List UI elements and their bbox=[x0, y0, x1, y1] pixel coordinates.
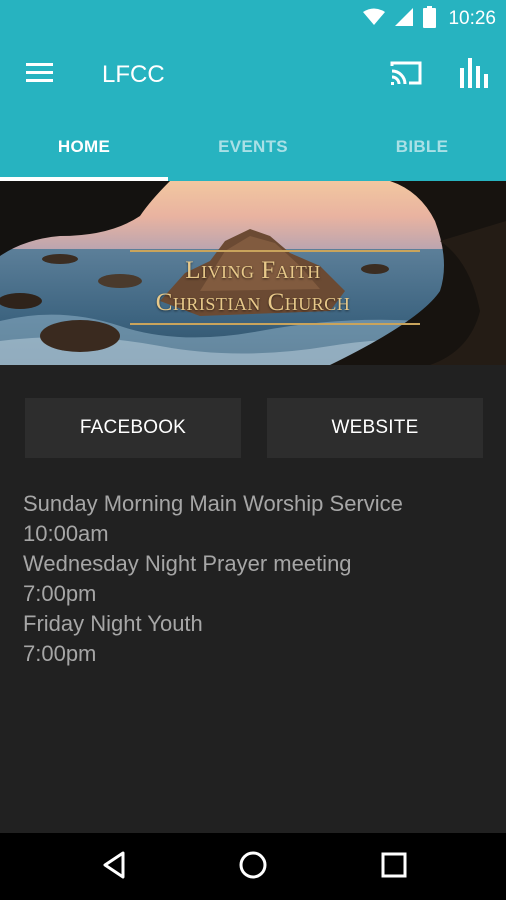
recents-button[interactable] bbox=[364, 841, 424, 893]
church-banner: Living Faith Christian Church bbox=[0, 181, 506, 365]
app-title: LFCC bbox=[102, 61, 165, 88]
back-button[interactable] bbox=[84, 841, 144, 893]
menu-button[interactable] bbox=[14, 51, 66, 99]
stats-button[interactable] bbox=[448, 51, 500, 99]
bar-chart-icon bbox=[460, 57, 488, 93]
website-button[interactable]: WEBSITE bbox=[267, 398, 483, 458]
banner-title-line2: Christian Church bbox=[155, 289, 351, 316]
app-bar: LFCC bbox=[0, 38, 506, 112]
cast-button[interactable] bbox=[380, 51, 432, 99]
cell-signal-icon bbox=[395, 7, 414, 31]
banner-top-rule bbox=[130, 250, 420, 252]
schedule-line: 7:00pm bbox=[23, 581, 97, 606]
main-content: FACEBOOK WEBSITE Sunday Morning Main Wor… bbox=[0, 365, 506, 833]
status-bar: 10:26 bbox=[0, 0, 506, 38]
wifi-icon bbox=[363, 8, 386, 31]
schedule-line: 10:00am bbox=[23, 521, 109, 546]
home-button[interactable] bbox=[223, 841, 283, 893]
facebook-button[interactable]: FACEBOOK bbox=[25, 398, 241, 458]
home-icon bbox=[238, 850, 268, 885]
recents-icon bbox=[381, 852, 407, 883]
schedule-line: 7:00pm bbox=[23, 641, 97, 666]
tab-events[interactable]: EVENTS bbox=[169, 112, 337, 181]
banner-bottom-rule bbox=[130, 323, 420, 325]
status-time: 10:26 bbox=[448, 8, 496, 29]
cast-icon bbox=[390, 60, 422, 91]
schedule-line: Sunday Morning Main Worship Service bbox=[23, 491, 403, 516]
banner-title-line1: Living Faith bbox=[185, 257, 321, 284]
schedule-line: Friday Night Youth bbox=[23, 611, 203, 636]
service-schedule: Sunday Morning Main Worship Service 10:0… bbox=[23, 489, 483, 669]
battery-icon bbox=[423, 5, 437, 33]
tab-home[interactable]: HOME bbox=[0, 112, 168, 181]
system-nav-bar bbox=[0, 833, 506, 900]
menu-icon bbox=[26, 62, 54, 89]
back-icon bbox=[102, 851, 126, 884]
schedule-line: Wednesday Night Prayer meeting bbox=[23, 551, 352, 576]
status-icons: 10:26 bbox=[363, 5, 496, 33]
tab-bible[interactable]: BIBLE bbox=[338, 112, 506, 181]
tab-bar: HOME EVENTS BIBLE bbox=[0, 112, 506, 181]
